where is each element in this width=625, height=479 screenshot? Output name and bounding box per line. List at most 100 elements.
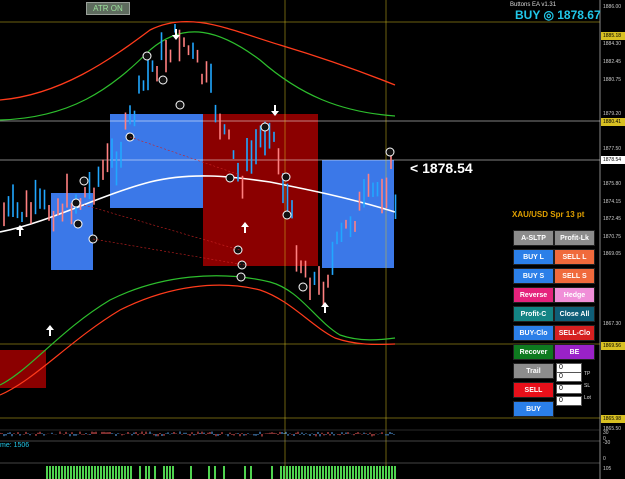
volume-bar (94, 466, 96, 479)
btn-buy[interactable]: BUY (513, 401, 554, 417)
price-axis-label: 1879.20 (603, 111, 622, 117)
order-marker (260, 122, 270, 132)
volume-bar (169, 466, 171, 479)
volume-bar (289, 466, 291, 479)
volume-bar (145, 466, 147, 479)
volume-bar (382, 466, 384, 479)
price-tag-cur: 1878.54 (601, 156, 625, 164)
volume-bar (82, 466, 84, 479)
price-axis-label: 1869.05 (603, 251, 622, 257)
volume-bar (112, 466, 114, 479)
volume-bar (64, 466, 66, 479)
volume-bar (61, 466, 63, 479)
buy-price-label: BUY ◎ 1878.67 (515, 8, 601, 22)
order-marker (385, 147, 395, 157)
volume-bar (298, 466, 300, 479)
btn-be[interactable]: BE (554, 344, 595, 360)
volume-bar (100, 466, 102, 479)
order-marker (233, 245, 243, 255)
btn-buy-clo[interactable]: BUY-Clo (513, 325, 554, 341)
field-lot[interactable]: 0 (556, 396, 582, 406)
btn-sell-s[interactable]: SELL S (554, 268, 595, 284)
price-tag-top: 1885.18 (601, 32, 625, 40)
volume-bar (97, 466, 99, 479)
spread-label: XAU/USD Spr 13 pt (512, 210, 585, 219)
volume-bar (139, 466, 141, 479)
volume-bar (130, 466, 132, 479)
atr-toggle-button[interactable]: ATR ON (86, 2, 130, 15)
buy-arrow (321, 302, 329, 313)
field-label-lot: Lot (584, 395, 591, 401)
volume-bar (79, 466, 81, 479)
volume-bar (283, 466, 285, 479)
volume-bar (85, 466, 87, 479)
btn-close-all[interactable]: Close All (554, 306, 595, 322)
volume-bar (244, 466, 246, 479)
price-axis-label: 1875.80 (603, 181, 622, 187)
volume-bar (346, 466, 348, 479)
price-axis-label: 1882.45 (603, 59, 622, 65)
btn-profit-lk[interactable]: Profit-Lk (554, 230, 595, 246)
btn-buy-s[interactable]: BUY S (513, 268, 554, 284)
volume-bar (250, 466, 252, 479)
btn-trail[interactable]: Trail (513, 363, 554, 379)
field-tp[interactable]: 0 (556, 372, 582, 382)
volume-bar (172, 466, 174, 479)
volume-bar (328, 466, 330, 479)
volume-bar (49, 466, 51, 479)
order-marker (71, 198, 81, 208)
volume-bar (73, 466, 75, 479)
volume-bar (208, 466, 210, 479)
price-axis-label: 1874.15 (603, 199, 622, 205)
volume-bar (190, 466, 192, 479)
volume-bar (301, 466, 303, 479)
ma-green-lower-line (0, 275, 396, 386)
price-tag-mid: 1880.41 (601, 118, 625, 126)
btn-a-sltp[interactable]: A-SLTP (513, 230, 554, 246)
volume-bar (364, 466, 366, 479)
volume-bar (358, 466, 360, 479)
buy-arrow (46, 325, 54, 336)
order-marker (158, 75, 168, 85)
btn-buy-l[interactable]: BUY L (513, 249, 554, 265)
volume-bar (343, 466, 345, 479)
indicator-volume-label: me: 1506 (0, 442, 30, 449)
price-axis-label: 1872.45 (603, 216, 622, 222)
range-box-blue (110, 114, 203, 208)
current-price-label: < 1878.54 (410, 160, 473, 176)
volume-bar (340, 466, 342, 479)
btn-sell-l[interactable]: SELL L (554, 249, 595, 265)
order-marker (73, 219, 83, 229)
btn-sell[interactable]: SELL (513, 382, 554, 398)
volume-bar (127, 466, 129, 479)
order-marker (281, 172, 291, 182)
volume-bar (370, 466, 372, 479)
btn-hedge[interactable]: Hedge (554, 287, 595, 303)
btn-reverse[interactable]: Reverse (513, 287, 554, 303)
btn-recover[interactable]: Recover (513, 344, 554, 360)
volume-bar (385, 466, 387, 479)
price-axis-label: 1870.75 (603, 234, 622, 240)
volume-bar (166, 466, 168, 479)
volume-bar (280, 466, 282, 479)
volume-bar (307, 466, 309, 479)
volume-bar (394, 466, 396, 479)
volume-bar (67, 466, 69, 479)
volume-bar (313, 466, 315, 479)
btn-profit-c[interactable]: Profit-C (513, 306, 554, 322)
order-marker (142, 51, 152, 61)
price-tag-low: 1869.56 (601, 342, 625, 350)
volume-bar (58, 466, 60, 479)
volume-bar (355, 466, 357, 479)
field-sl[interactable]: 0 (556, 384, 582, 394)
volume-bar (310, 466, 312, 479)
volume-bar (163, 466, 165, 479)
volume-bar (373, 466, 375, 479)
btn-sell-clo[interactable]: SELL-Clo (554, 325, 595, 341)
order-marker (298, 282, 308, 292)
volume-bar (286, 466, 288, 479)
ma-green-line (0, 31, 396, 121)
volume-bar (337, 466, 339, 479)
volume-bar (109, 466, 111, 479)
volume-bar (388, 466, 390, 479)
